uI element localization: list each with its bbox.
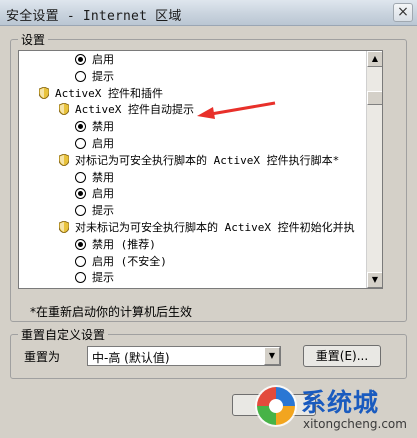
tree-row-label: 启用 [92,187,114,201]
tree-setting: 对标记为可安全执行脚本的 ActiveX 控件执行脚本* [58,153,340,169]
settings-group-label: 设置 [18,31,49,48]
radio-option[interactable]: 提示 [75,69,114,85]
radio-unchecked-icon[interactable] [75,70,86,82]
arrow-up-icon: ▲ [371,54,379,63]
radio-unchecked-icon[interactable] [75,138,86,149]
tree-row-label: 禁用 [92,120,114,134]
watermark-brand: 系统城 [301,388,380,417]
settings-tree[interactable]: 启用 提示 ActiveX 控件和插件 ActiveX 控件自动提示 禁用 启用 对标记为可… [18,50,383,289]
tree-row-label: 提示 [92,271,114,285]
chevron-down-icon: ▼ [268,351,276,360]
radio-option[interactable]: 禁用 (推荐) [75,237,156,253]
security-shield-icon [58,153,70,167]
settings-tree-content: 启用 提示 ActiveX 控件和插件 ActiveX 控件自动提示 禁用 启用 对标记为可… [19,51,368,288]
tree-row-label: 启用 [92,137,114,150]
reset-to-label: 重置为 [24,350,61,364]
tree-row-label: ActiveX 控件和插件 [55,86,163,100]
reset-button-label: 重置(E)... [315,349,369,363]
tree-scrollbar[interactable]: ▲ ▼ [366,51,382,288]
restart-note: *在重新启动你的计算机后生效 [30,305,193,319]
tree-row-label: 对未标记为可安全执行脚本的 ActiveX 控件初始化并执 [75,221,355,234]
security-level-select[interactable]: 中-高 (默认值) ▼ [87,346,281,366]
radio-unchecked-icon[interactable] [75,171,86,183]
watermark-url: xitongcheng.com [303,417,407,431]
scroll-down-button[interactable]: ▼ [367,272,382,288]
reset-group-label: 重置自定义设置 [18,326,109,343]
radio-unchecked-icon[interactable] [75,255,86,267]
tree-row-label: 禁用 [92,170,114,184]
security-shield-icon [38,86,50,100]
tree-setting: ActiveX 控件自动提示 [58,102,194,118]
radio-option[interactable]: 提示 [75,203,114,219]
radio-unchecked-icon[interactable] [75,272,86,284]
title-bar[interactable]: 安全设置 - Internet 区域 × [0,0,417,26]
tree-category: ActiveX 控件和插件 [38,86,163,102]
tree-row-label: 提示 [92,204,114,218]
security-level-value: 中-高 (默认值) [92,351,170,365]
close-button[interactable]: × [393,3,413,22]
radio-option[interactable]: 启用 [75,52,114,68]
tree-row-label: 禁用 (推荐) [92,237,156,251]
radio-checked-icon[interactable] [75,188,86,200]
radio-option[interactable]: 启用 (不安全) [75,254,167,270]
reset-button[interactable]: 重置(E)... [303,345,381,367]
xitongcheng-logo-icon [255,385,297,427]
security-shield-icon [58,220,70,234]
radio-unchecked-icon[interactable] [75,205,86,217]
tree-row-label: 对标记为可安全执行脚本的 ActiveX 控件执行脚本* [75,153,340,167]
scroll-up-button[interactable]: ▲ [367,51,382,67]
arrow-down-icon: ▼ [371,275,379,284]
radio-option[interactable]: 启用 [75,136,114,152]
scroll-thumb[interactable] [367,91,382,105]
radio-checked-icon[interactable] [75,54,86,65]
tree-row-label: 启用 [92,53,114,66]
radio-option[interactable]: 禁用 [75,170,114,186]
red-arrow-annotation [197,101,276,119]
security-shield-icon [58,102,70,116]
window-title: 安全设置 - Internet 区域 [6,9,182,24]
radio-option[interactable]: 提示 [75,270,114,286]
select-dropdown-button[interactable]: ▼ [264,347,280,365]
tree-setting: 对未标记为可安全执行脚本的 ActiveX 控件初始化并执 [58,220,355,236]
radio-option[interactable]: 启用 [75,186,114,202]
radio-checked-icon[interactable] [75,238,86,250]
radio-option[interactable]: 禁用 [75,119,114,135]
tree-row-label: 提示 [92,69,114,83]
tree-row-label: 启用 (不安全) [92,254,167,268]
close-icon: × [397,4,409,20]
tree-row-label: ActiveX 控件自动提示 [75,103,194,117]
watermark: 系统城 xitongcheng.com [253,383,407,435]
radio-checked-icon[interactable] [75,121,86,133]
